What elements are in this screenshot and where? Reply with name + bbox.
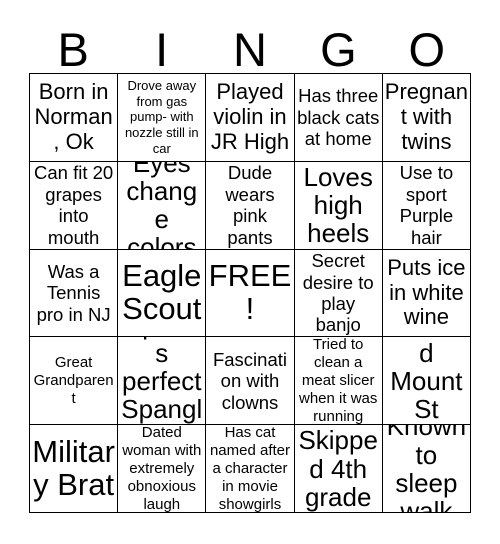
bingo-cell-r1c2[interactable]: Drove away from gas pump- with nozzle st… xyxy=(118,74,207,162)
bingo-cell-r2c3[interactable]: Dude wears pink pants xyxy=(206,161,295,250)
bingo-cell-label: Drove away from gas pump- with nozzle st… xyxy=(124,77,199,157)
bingo-header-letter-b: B xyxy=(57,23,89,76)
bingo-cell-label: Use to sport Purple hair xyxy=(399,162,454,248)
bingo-cell-r4c2[interactable]: Speaks perfect Spanglish xyxy=(118,337,207,426)
bingo-card: B I N G O Born in Norman, Ok Drove away … xyxy=(0,0,500,544)
bingo-cell-label: Puts ice in white wine xyxy=(387,255,466,330)
bingo-cell-label: Climbed Mount St Helens xyxy=(386,337,467,424)
bingo-cell-label: Was a Tennis pro in NJ xyxy=(36,260,111,325)
bingo-cell-label: Has three black cats at home xyxy=(297,85,380,150)
bingo-cell-label: Skipped 4th grade xyxy=(298,425,378,512)
bingo-cell-label: Has cat named after a character in movie… xyxy=(209,425,291,513)
bingo-cell-label: Loves high heels xyxy=(303,162,373,249)
bingo-cell-r1c3[interactable]: Played violin in JR High xyxy=(206,74,295,162)
bingo-cell-r5c2[interactable]: Dated woman with extremely obnoxious lau… xyxy=(118,425,207,513)
bingo-cell-label: Born in Norman, Ok xyxy=(34,79,113,154)
bingo-cell-label: Military Brat xyxy=(32,433,115,502)
bingo-cell-label: Great Grandparent xyxy=(33,353,114,407)
bingo-cell-label: Known to sleep walk xyxy=(386,425,467,513)
bingo-cell-label: Tried to clean a meat slicer when it was… xyxy=(299,337,378,425)
bingo-cell-r1c4[interactable]: Has three black cats at home xyxy=(294,74,383,162)
bingo-cell-r5c1[interactable]: Military Brat xyxy=(30,425,119,513)
bingo-header-letter-o: O xyxy=(408,23,446,76)
bingo-cell-label: Speaks perfect Spanglish xyxy=(121,337,203,424)
bingo-cell-label: Can fit 20 grapes into mouth xyxy=(34,162,114,248)
bingo-cell-r2c2[interactable]: Eyes change colors xyxy=(118,161,207,250)
bingo-header-letter-n: N xyxy=(233,23,267,76)
bingo-cell-r1c1[interactable]: Born in Norman, Ok xyxy=(30,74,119,162)
bingo-cell-r4c1[interactable]: Great Grandparent xyxy=(30,337,119,426)
bingo-grid: Born in Norman, Ok Drove away from gas p… xyxy=(29,73,471,513)
bingo-cell-r5c5[interactable]: Known to sleep walk xyxy=(382,425,471,513)
bingo-cell-label: Dude wears pink pants xyxy=(225,162,275,248)
bingo-cell-label: Eyes change colors xyxy=(126,161,198,250)
bingo-cell-label: Dated woman with extremely obnoxious lau… xyxy=(122,425,202,513)
bingo-cell-r3c4[interactable]: Secret desire to play banjo xyxy=(294,249,383,338)
bingo-cell-label: Eagle Scout xyxy=(122,258,202,326)
bingo-cell-r4c5[interactable]: Climbed Mount St Helens xyxy=(382,337,471,426)
bingo-header-letter-g: G xyxy=(320,23,357,76)
bingo-cell-r4c4[interactable]: Tried to clean a meat slicer when it was… xyxy=(294,337,383,426)
bingo-cell-r4c3[interactable]: Fascination with clowns xyxy=(206,337,295,426)
bingo-cell-label: Played violin in JR High xyxy=(210,79,290,154)
bingo-cell-r3c5[interactable]: Puts ice in white wine xyxy=(382,249,471,338)
bingo-cell-r3c2[interactable]: Eagle Scout xyxy=(118,249,207,338)
bingo-cell-free-space[interactable]: FREE! xyxy=(206,249,295,338)
bingo-cell-r1c5[interactable]: Pregnant with twins xyxy=(382,74,471,162)
bingo-cell-r5c4[interactable]: Skipped 4th grade xyxy=(294,425,383,513)
bingo-cell-r5c3[interactable]: Has cat named after a character in movie… xyxy=(206,425,295,513)
bingo-cell-r2c1[interactable]: Can fit 20 grapes into mouth xyxy=(30,161,119,250)
bingo-cell-r2c4[interactable]: Loves high heels xyxy=(294,161,383,250)
bingo-cell-label: Fascination with clowns xyxy=(212,348,287,413)
bingo-header-letter-i: I xyxy=(155,23,169,76)
bingo-cell-label: Secret desire to play banjo xyxy=(302,250,374,336)
bingo-free-label: FREE! xyxy=(208,258,292,326)
bingo-cell-label: Pregnant with twins xyxy=(384,79,468,154)
bingo-cell-r3c1[interactable]: Was a Tennis pro in NJ xyxy=(30,249,119,338)
bingo-header-row: B I N G O xyxy=(29,16,471,73)
bingo-cell-r2c5[interactable]: Use to sport Purple hair xyxy=(382,161,471,250)
